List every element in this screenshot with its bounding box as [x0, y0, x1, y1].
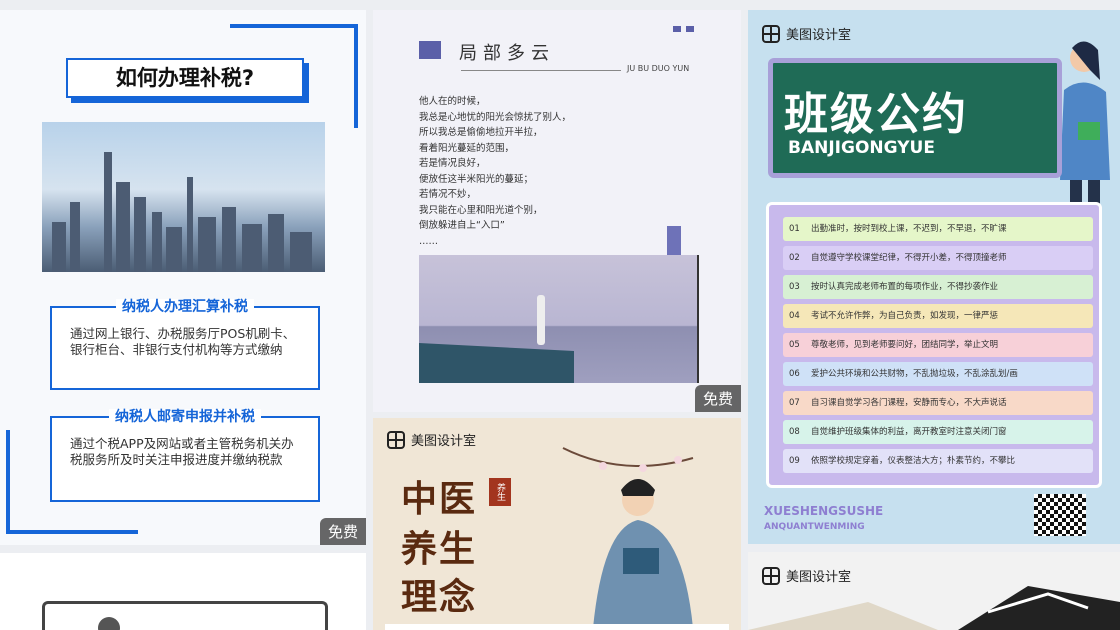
frame-decoration — [42, 601, 328, 630]
template-card-poem[interactable]: 局部多云 JU BU DUO YUN 他人在的时候， 我总是心地忧的阳光会惊扰了… — [373, 10, 741, 412]
list-item: 09 依照学校规定穿着，仪表整洁大方；朴素节约，不攀比 — [783, 449, 1093, 473]
list-item: 07 自习课自觉学习各门课程，安静而专心，不大声说话 — [783, 391, 1093, 415]
section-body: 通过网上银行、办税服务厅POS机刷卡、银行柜台、非银行支付机构等方式缴纳 — [70, 326, 296, 357]
rules-list: 01 出勤准时，按时到校上课，不迟到，不早退，不旷课 02 自觉遵守学校课堂纪律，不… — [766, 202, 1102, 488]
section-heading: 纳税人办理汇算补税 — [116, 299, 254, 315]
architecture-illustration — [748, 586, 1120, 630]
list-item: 06 爱护公共环境和公共财物，不乱抛垃圾，不乱涂乱划/画 — [783, 362, 1093, 386]
section-heading: 纳税人邮寄申报并补税 — [109, 409, 261, 425]
list-item: 04 考试不允许作弊，为自己负责，如发现，一律严惩 — [783, 304, 1093, 328]
card-subtitle: JU BU DUO YUN — [627, 64, 690, 73]
divider — [461, 70, 621, 71]
square-decoration — [419, 41, 441, 59]
template-card-tax[interactable]: 如何办理补税? 纳税人办理汇算补税 通过网上银行、办税服务厅POS机刷卡、银行柜… — [0, 10, 366, 545]
seaside-photo — [419, 255, 699, 383]
city-skyline-image — [42, 122, 325, 272]
template-card-tcm[interactable]: 美图设计室 中医 养生 养生 理念 — [373, 418, 741, 630]
brand-logo-icon — [387, 430, 405, 449]
free-badge: 免费 — [694, 385, 741, 412]
list-item: 02 自觉遵守学校课堂纪律，不得开小差，不得顶撞老师 — [783, 246, 1093, 270]
list-item: 08 自觉维护班级集体的利益，离开教室时注意关闭门窗 — [783, 420, 1093, 444]
info-box-1: 纳税人办理汇算补税 通过网上银行、办税服务厅POS机刷卡、银行柜台、非银行支付机… — [50, 299, 320, 390]
template-card-class-rules[interactable]: 美图设计室 班级公约 BANJIGONGYUE 01 出勤准时，按时到校上课，不迟… — [748, 10, 1120, 544]
scholar-illustration — [562, 447, 694, 628]
headline-line: 理念 — [401, 577, 478, 618]
headline-line: 中医 — [401, 479, 478, 520]
section-body: 通过个税APP及网站或者主管税务机关办税服务所及时关注申报进度并缴纳税款 — [70, 436, 294, 467]
card-title: 班级公约 — [784, 89, 968, 140]
template-card-partial[interactable]: 美图设计室 — [748, 552, 1120, 630]
dots-decoration — [673, 26, 681, 32]
footer-text: XUESHENGSUSHE — [764, 504, 884, 518]
card-subtitle: BANJIGONGYUE — [788, 138, 935, 158]
free-badge: 免费 — [319, 518, 366, 545]
qr-code — [1034, 494, 1086, 536]
template-card-partial[interactable] — [0, 553, 366, 630]
stamp: 养生 — [489, 478, 511, 506]
poem-text: 他人在的时候， 我总是心地忧的阳光会惊扰了别人， 所以我总是偷偷地拉开半拉， 看… — [419, 96, 572, 247]
brand-label: 美图设计室 — [762, 24, 851, 43]
list-item: 05 尊敬老师，见到老师要问好，团结同学，举止文明 — [783, 333, 1093, 357]
info-box-2: 纳税人邮寄申报并补税 通过个税APP及网站或者主管税务机关办税服务所及时关注申报… — [50, 409, 320, 502]
headline-line: 养生 — [401, 529, 478, 570]
footer-text: ANQUANTWENMING — [764, 522, 865, 532]
card-title: 局部多云 — [459, 43, 555, 64]
list-item: 03 按时认真完成老师布置的每项作业，不得抄袭作业 — [783, 275, 1093, 299]
brand-logo-icon — [762, 24, 780, 43]
card-bottom-strip — [385, 624, 729, 630]
brand-label: 美图设计室 — [387, 430, 476, 449]
list-item: 01 出勤准时，按时到校上课，不迟到，不早退，不旷课 — [783, 217, 1093, 241]
card-title: 如何办理补税? — [66, 58, 304, 98]
